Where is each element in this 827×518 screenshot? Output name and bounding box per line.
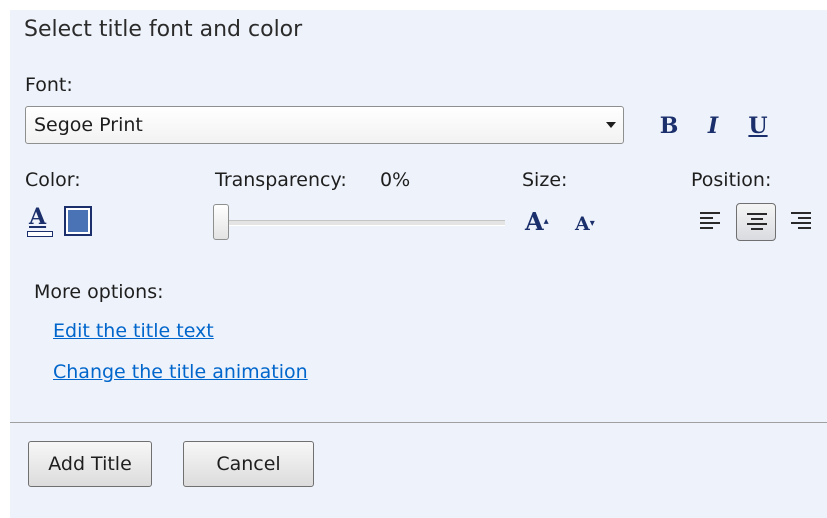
italic-button[interactable]: I [700,112,726,140]
divider [10,422,827,423]
more-options-label: More options: [34,281,164,303]
transparency-label: Transparency: [215,169,347,191]
increase-size-icon: A [525,207,544,236]
align-center-button[interactable] [736,203,776,241]
down-arrow-icon: ▾ [589,218,595,229]
align-left-icon [700,212,720,230]
font-label: Font: [25,74,73,96]
font-dropdown-value: Segoe Print [34,114,143,136]
transparency-value: 0% [380,169,411,191]
background-color-swatch [68,210,88,232]
font-dropdown[interactable]: Segoe Print [25,106,624,144]
change-title-animation-link[interactable]: Change the title animation [53,360,308,384]
transparency-slider-thumb[interactable] [213,204,229,240]
edit-title-text-link[interactable]: Edit the title text [53,319,214,343]
underline-button[interactable]: U [745,112,771,140]
cancel-button[interactable]: Cancel [183,441,314,487]
panel-heading: Select title font and color [24,17,303,42]
align-right-button[interactable] [781,203,821,241]
dropdown-arrow-icon [606,122,616,128]
align-right-icon [791,212,811,230]
position-label: Position: [691,169,772,191]
title-options-panel: Select title font and color Font: Segoe … [10,10,827,518]
font-color-bar [27,231,53,237]
align-center-icon [747,213,767,231]
add-title-button[interactable]: Add Title [28,441,152,487]
background-color-button[interactable] [64,206,92,236]
decrease-size-icon: A [575,213,590,235]
decrease-size-button[interactable]: A▾ [575,209,595,239]
transparency-slider-track[interactable] [215,220,505,226]
increase-size-button[interactable]: A▴ [525,207,549,237]
color-label: Color: [25,169,81,191]
up-arrow-icon: ▴ [543,216,549,227]
font-color-icon: A [29,204,47,230]
font-color-button[interactable]: A [25,204,55,238]
align-left-button[interactable] [690,203,730,241]
size-label: Size: [522,169,568,191]
bold-button[interactable]: B [656,112,682,140]
